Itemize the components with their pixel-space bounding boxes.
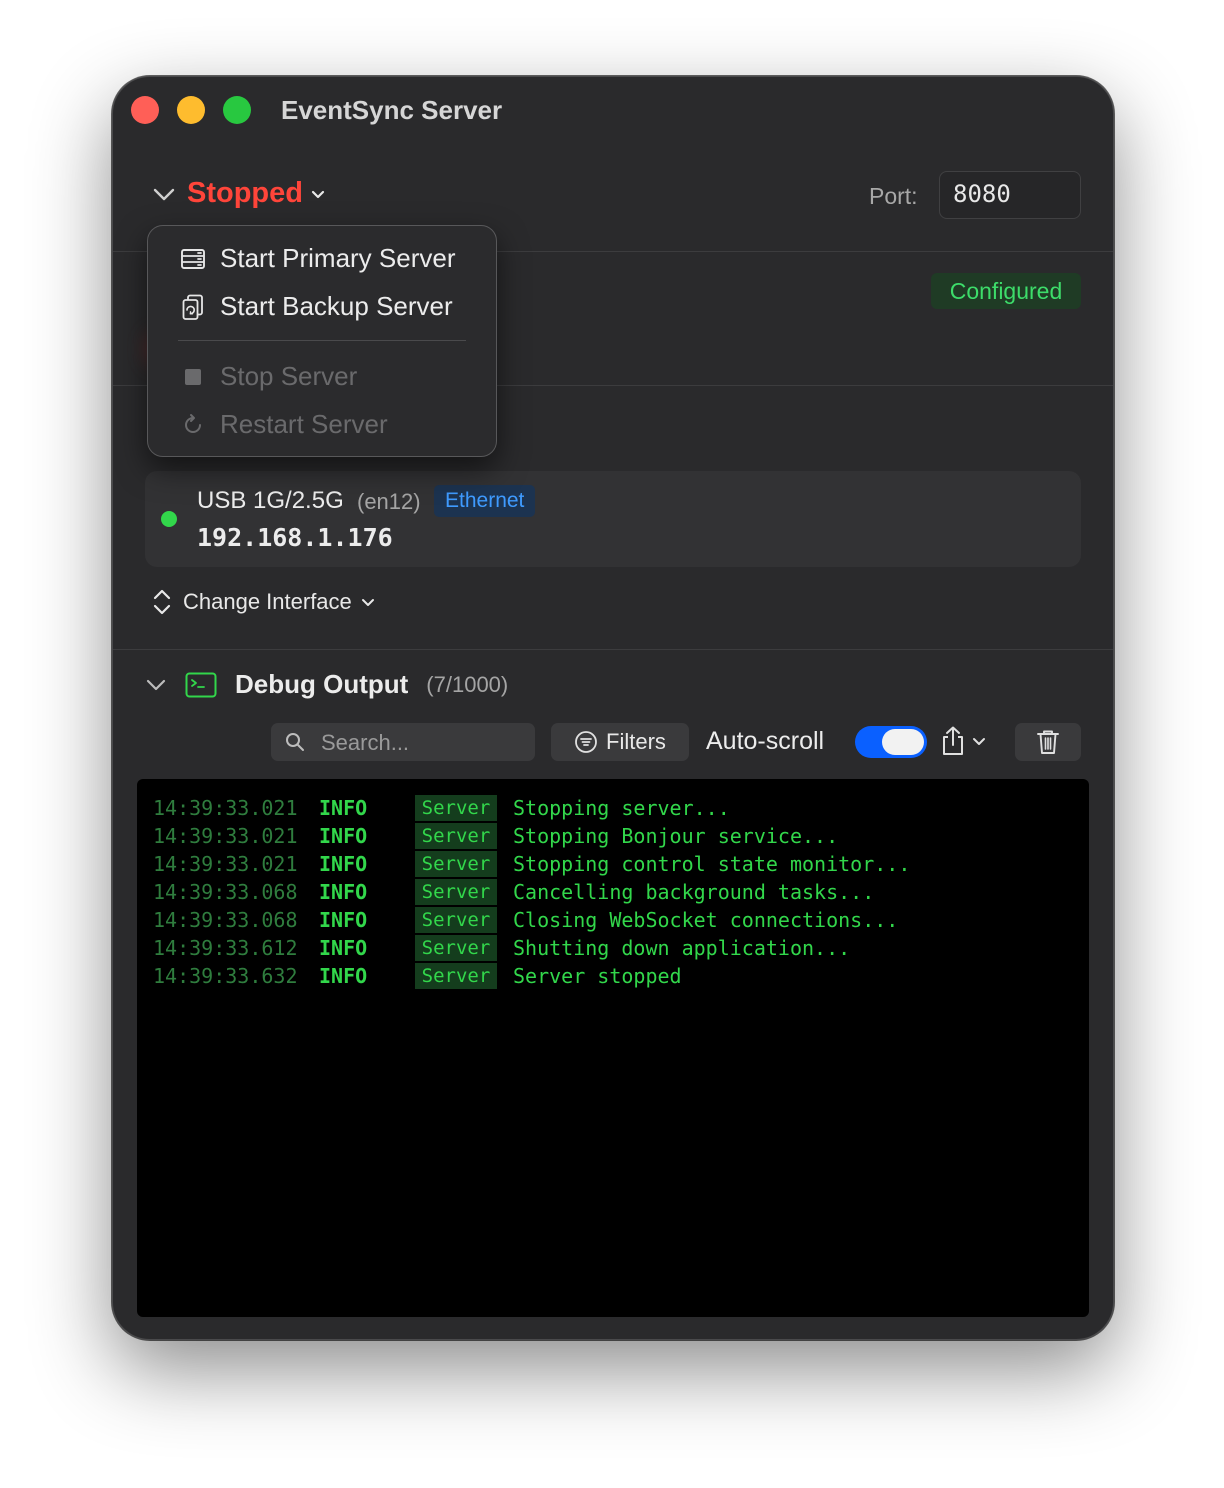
- up-down-chevron-icon: [153, 589, 171, 615]
- menu-item-label: Start Backup Server: [220, 290, 453, 321]
- status-section-toggle[interactable]: Stopped: [151, 177, 327, 210]
- log-timestamp: 14:39:33.612: [153, 936, 298, 960]
- restart-arrow-icon: [185, 414, 201, 433]
- menu-item-start-backup-server[interactable]: Start Backup Server: [148, 284, 496, 328]
- log-message: Stopping Bonjour service...: [513, 824, 839, 848]
- network-interface-card: USB 1G/2.5G (en12) Ethernet 192.168.1.17…: [145, 471, 1081, 567]
- log-level: INFO: [319, 964, 368, 988]
- interface-device: (en12): [357, 489, 421, 514]
- interface-type-badge: Ethernet: [434, 485, 536, 517]
- export-menu-button[interactable]: [939, 725, 987, 757]
- log-timestamp: 14:39:33.068: [153, 880, 298, 904]
- title-bar[interactable]: EventSync Server: [113, 77, 1113, 141]
- autoscroll-label: Auto-scroll: [706, 727, 825, 755]
- zoom-window-button[interactable]: [223, 96, 251, 124]
- log-search-box[interactable]: [271, 723, 535, 763]
- log-level: INFO: [319, 824, 368, 848]
- chevron-down-icon: [973, 738, 985, 745]
- interface-ip-address: 192.168.1.176: [197, 523, 393, 552]
- log-line: 14:39:33.021 INFO Server Stopping Bonjou…: [153, 822, 838, 850]
- chevron-down-icon: [153, 188, 175, 200]
- log-source-badge: Server: [415, 795, 497, 821]
- log-message: Server stopped: [513, 964, 682, 988]
- log-timestamp: 14:39:33.021: [153, 824, 298, 848]
- log-level: INFO: [319, 936, 368, 960]
- change-interface-label: Change Interface: [183, 589, 352, 614]
- log-level: INFO: [319, 796, 368, 820]
- clear-logs-button[interactable]: [1015, 723, 1081, 761]
- interface-status-dot: [161, 511, 177, 527]
- toggle-knob: [882, 729, 924, 755]
- log-search-input[interactable]: [319, 723, 533, 763]
- log-source-badge: Server: [415, 935, 497, 961]
- debug-log-console[interactable]: 14:39:33.021 INFO Server Stopping server…: [137, 779, 1089, 1317]
- server-status-dropdown[interactable]: Stopped: [187, 177, 303, 210]
- close-window-button[interactable]: [131, 96, 159, 124]
- log-line: 14:39:33.068 INFO Server Cancelling back…: [153, 878, 874, 906]
- trash-icon: [1037, 730, 1059, 754]
- change-interface-button[interactable]: Change Interface: [151, 587, 376, 617]
- app-window: EventSync Server Stopped Port: 8080 Conf…: [112, 76, 1114, 1340]
- log-level: INFO: [319, 908, 368, 932]
- log-timestamp: 14:39:33.632: [153, 964, 298, 988]
- log-line: 14:39:33.068 INFO Server Closing WebSock…: [153, 906, 898, 934]
- debug-output-header[interactable]: Debug Output (7/1000): [145, 669, 508, 700]
- port-label: Port:: [869, 183, 918, 209]
- log-source-badge: Server: [415, 823, 497, 849]
- log-line: 14:39:33.612 INFO Server Shutting down a…: [153, 934, 850, 962]
- menu-item-restart-server[interactable]: Restart Server: [148, 402, 496, 446]
- log-source-badge: Server: [415, 907, 497, 933]
- configured-badge: Configured: [931, 273, 1081, 309]
- search-icon: [286, 733, 304, 751]
- log-timestamp: 14:39:33.068: [153, 908, 298, 932]
- chevron-down-icon[interactable]: [145, 674, 167, 696]
- log-message: Stopping server...: [513, 796, 730, 820]
- chevron-down-icon: [311, 190, 325, 198]
- stop-square-icon: [185, 369, 201, 385]
- log-line: 14:39:33.021 INFO Server Stopping server…: [153, 794, 730, 822]
- port-input[interactable]: 8080: [939, 171, 1081, 219]
- menu-separator: [178, 340, 466, 341]
- log-line: 14:39:33.632 INFO Server Server stopped: [153, 962, 682, 990]
- window-title: EventSync Server: [281, 95, 503, 125]
- minimize-window-button[interactable]: [177, 96, 205, 124]
- server-rack-icon: [181, 249, 205, 269]
- log-level: INFO: [319, 880, 368, 904]
- log-line: 14:39:33.021 INFO Server Stopping contro…: [153, 850, 910, 878]
- log-message: Closing WebSocket connections...: [513, 908, 899, 932]
- chevron-down-icon: [361, 599, 374, 606]
- filters-button[interactable]: Filters: [551, 723, 689, 761]
- debug-output-count: (7/1000): [426, 671, 509, 697]
- log-level: INFO: [319, 852, 368, 876]
- divider: [113, 649, 1113, 650]
- log-message: Cancelling background tasks...: [513, 880, 875, 904]
- log-source-badge: Server: [415, 879, 497, 905]
- menu-item-label: Stop Server: [220, 360, 358, 391]
- interface-name: USB 1G/2.5G: [197, 487, 344, 514]
- server-action-menu: Start Primary Server Start Backup Server…: [147, 225, 497, 457]
- menu-item-start-primary-server[interactable]: Start Primary Server: [148, 236, 496, 280]
- log-source-badge: Server: [415, 963, 497, 989]
- filter-icon: [575, 731, 597, 753]
- log-message: Shutting down application...: [513, 936, 851, 960]
- autoscroll-toggle[interactable]: [855, 726, 927, 758]
- backup-server-icon: [182, 294, 203, 320]
- menu-item-stop-server[interactable]: Stop Server: [148, 354, 496, 398]
- log-source-badge: Server: [415, 851, 497, 877]
- menu-item-label: Restart Server: [220, 408, 388, 439]
- terminal-icon: [185, 672, 217, 697]
- menu-item-label: Start Primary Server: [220, 242, 456, 273]
- filters-label: Filters: [606, 729, 666, 754]
- share-icon: [943, 726, 963, 755]
- log-timestamp: 14:39:33.021: [153, 852, 298, 876]
- log-timestamp: 14:39:33.021: [153, 796, 298, 820]
- log-message: Stopping control state monitor...: [513, 852, 911, 876]
- debug-output-title: Debug Output: [235, 669, 409, 699]
